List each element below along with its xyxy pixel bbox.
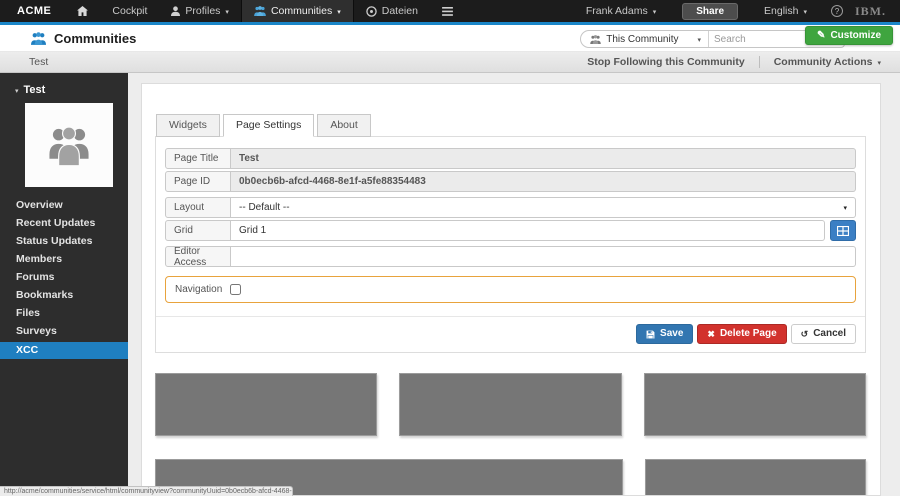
grid-preview-row-1 <box>155 373 866 436</box>
page-id-value: 0b0ecb6b-afcd-4468-8e1f-a5fe88354483 <box>231 171 856 192</box>
cancel-button[interactable]: ↺ Cancel <box>790 324 856 344</box>
chevron-down-icon: ▾ <box>697 36 701 44</box>
nav-dateien[interactable]: Dateien <box>354 0 430 22</box>
user-menu[interactable]: Frank Adams ▾ <box>574 5 668 17</box>
ibm-logo: IBM. <box>855 3 886 18</box>
home-button[interactable] <box>65 0 100 22</box>
grid-cell <box>643 373 866 436</box>
editor-access-input[interactable] <box>239 251 847 262</box>
share-button[interactable]: Share <box>682 2 739 20</box>
communities-icon <box>31 31 46 45</box>
community-toolbar-actions: Stop Following this Community Community … <box>573 56 883 68</box>
sidebar-item-files[interactable]: Files <box>0 306 128 321</box>
grid-input[interactable]: Grid 1 <box>231 220 825 241</box>
group-people-icon <box>49 126 89 166</box>
layout-row: Layout -- Default -- ▾ <box>165 197 856 218</box>
grid-label: Grid <box>165 220 231 241</box>
hamburger-icon <box>442 6 453 16</box>
grid-cell <box>155 373 378 436</box>
community-image <box>25 103 113 187</box>
navigation-row: Navigation <box>165 276 856 303</box>
tab-about[interactable]: About <box>317 114 371 137</box>
page-settings-form: Page Title Test Page ID 0b0ecb6b-afcd-44… <box>155 136 866 353</box>
sidebar-item-members[interactable]: Members <box>0 252 128 267</box>
chevron-down-icon: ▾ <box>15 87 19 95</box>
main-content: Widgets Page Settings About Page Title T… <box>128 73 900 496</box>
form-actions: Save ✖ Delete Page ↺ Cancel <box>156 316 865 352</box>
communities-icon <box>254 6 266 16</box>
layout-select[interactable]: -- Default -- ▾ <box>231 197 856 218</box>
nav-cockpit[interactable]: Cockpit <box>100 0 159 22</box>
sidebar-item-surveys[interactable]: Surveys <box>0 324 128 339</box>
grid-icon <box>837 225 849 236</box>
dateien-icon <box>366 5 377 17</box>
pencil-icon: ✎ <box>817 30 826 41</box>
nav-profiles[interactable]: Profiles ▾ <box>159 0 241 22</box>
tab-page-settings[interactable]: Page Settings <box>222 114 315 137</box>
stop-following-link[interactable]: Stop Following this Community <box>573 56 759 68</box>
delete-page-button[interactable]: ✖ Delete Page <box>697 324 787 344</box>
sidebar-item-bookmarks[interactable]: Bookmarks <box>0 288 128 303</box>
sidebar-item-overview[interactable]: Overview <box>0 198 128 213</box>
customize-button[interactable]: ✎ Customize <box>805 26 893 45</box>
nav-communities[interactable]: Communities ▾ <box>240 0 354 22</box>
page-title: Communities <box>54 30 137 46</box>
chevron-down-icon: ▾ <box>337 8 341 16</box>
grid-cell <box>644 459 866 495</box>
community-toolbar: Test Stop Following this Community Commu… <box>0 51 900 73</box>
chevron-down-icon: ▾ <box>803 8 807 16</box>
grid-cell <box>399 373 622 436</box>
help-icon[interactable]: ? <box>831 5 843 17</box>
language-menu[interactable]: English ▾ <box>752 5 819 17</box>
sidebar-item-forums[interactable]: Forums <box>0 270 128 285</box>
editor-access-field <box>231 246 856 267</box>
chevron-down-icon: ▾ <box>877 59 881 67</box>
page-title-row: Page Title Test <box>165 148 856 169</box>
grid-row: Grid Grid 1 <box>165 220 856 241</box>
topbar-right: Frank Adams ▾ Share English ▾ ? IBM. <box>574 0 900 22</box>
undo-icon: ↺ <box>800 328 809 339</box>
community-sidebar: ▾ Test Overview Recent Updates Status Up… <box>0 73 128 496</box>
editor-access-row: Editor Access <box>165 246 856 268</box>
app-header: Communities This Community ▾ ✎ Customize <box>0 25 900 51</box>
page-title-label: Page Title <box>165 148 231 169</box>
chevron-down-icon: ▾ <box>225 8 229 16</box>
sidebar-menu: Overview Recent Updates Status Updates M… <box>0 198 128 359</box>
sidebar-item-recent-updates[interactable]: Recent Updates <box>0 216 128 231</box>
breadcrumb: Test <box>29 56 49 68</box>
navigation-checkbox[interactable] <box>230 284 242 295</box>
content-panel: Widgets Page Settings About Page Title T… <box>141 83 881 496</box>
save-button[interactable]: Save <box>636 324 694 344</box>
search-scope-selector[interactable]: This Community ▾ <box>581 31 709 47</box>
navigation-label: Navigation <box>175 284 223 295</box>
community-actions-menu[interactable]: Community Actions ▾ <box>760 56 883 68</box>
tab-widgets[interactable]: Widgets <box>156 114 220 137</box>
editor-access-label: Editor Access <box>165 246 231 268</box>
community-name-toggle[interactable]: ▾ Test <box>0 73 128 96</box>
delete-icon: ✖ <box>707 328 715 339</box>
grid-layout-preview <box>155 373 866 495</box>
sidebar-item-xcc[interactable]: XCC <box>0 342 128 359</box>
chevron-down-icon: ▾ <box>652 8 657 16</box>
tab-bar: Widgets Page Settings About <box>155 114 866 137</box>
browser-status-bar: http://acme/communities/service/html/com… <box>0 486 293 496</box>
layout-label: Layout <box>165 197 231 218</box>
apps-menu-button[interactable] <box>430 0 465 22</box>
acme-logo[interactable]: ACME <box>0 0 65 22</box>
communities-icon <box>590 34 601 44</box>
grid-picker-button[interactable] <box>830 220 856 241</box>
page-title-value: Test <box>231 148 856 169</box>
chevron-down-icon: ▾ <box>843 205 847 212</box>
save-icon <box>646 330 655 339</box>
home-icon <box>77 6 89 16</box>
top-navigation-bar: ACME Cockpit Profiles ▾ Communities ▾ Da… <box>0 0 900 22</box>
person-icon <box>171 6 181 16</box>
page-id-row: Page ID 0b0ecb6b-afcd-4468-8e1f-a5fe8835… <box>165 171 856 192</box>
sidebar-item-status-updates[interactable]: Status Updates <box>0 234 128 249</box>
page-id-label: Page ID <box>165 171 231 192</box>
